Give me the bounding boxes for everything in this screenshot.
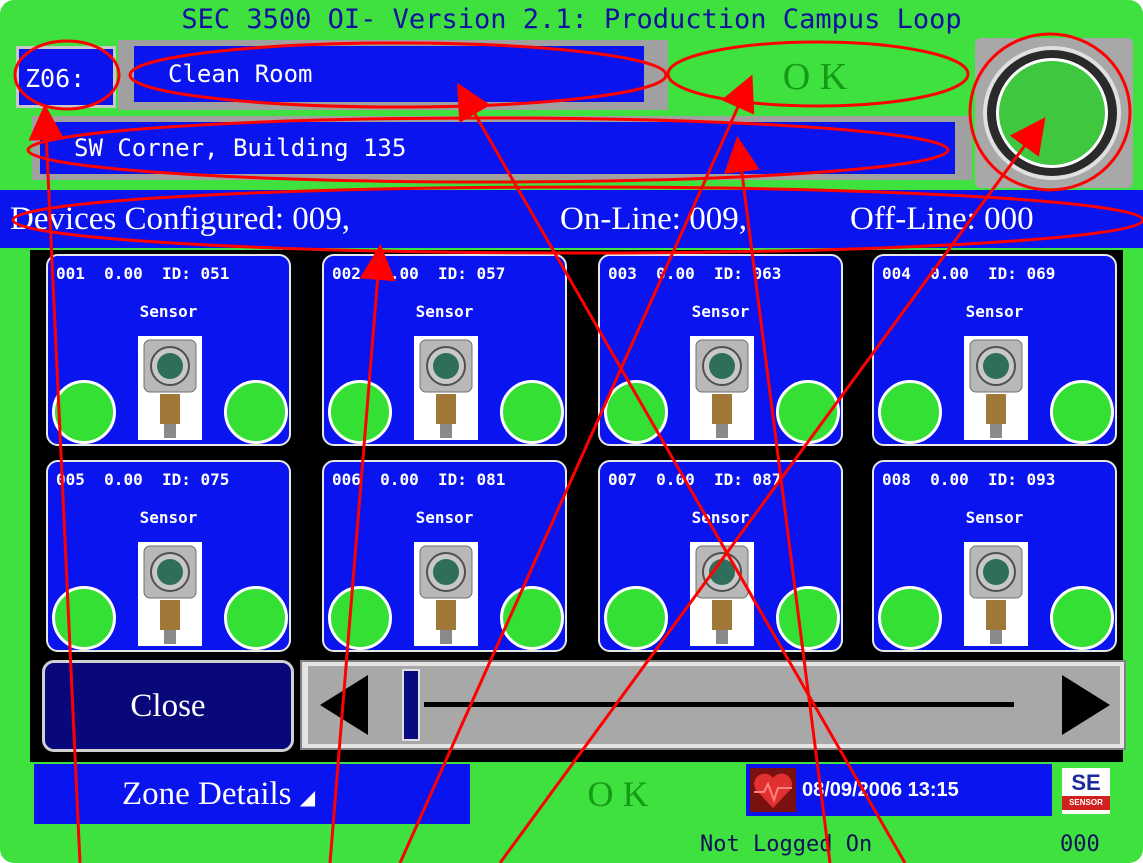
device-status-lamp-right <box>776 586 840 650</box>
device-id: ID: 057 <box>437 264 506 283</box>
zone-status-text: O K <box>782 56 848 98</box>
device-number: 006 <box>332 470 361 489</box>
device-number: 008 <box>882 470 911 489</box>
zone-details-button[interactable]: Zone Details ◢ <box>34 764 470 824</box>
system-status-text: O K <box>587 774 649 814</box>
device-type: Sensor <box>415 508 474 527</box>
device-status-lamp-right <box>500 586 564 650</box>
devices-online-text: On-Line: 009, <box>560 201 747 237</box>
gas-sensor-icon <box>964 542 1028 646</box>
device-header: 002 0.00 ID: 057 <box>332 264 505 283</box>
device-type: Sensor <box>139 302 198 321</box>
device-id: ID: 063 <box>713 264 782 283</box>
device-card[interactable]: 004 0.00 ID: 069 Sensor <box>872 254 1117 446</box>
device-header: 005 0.00 ID: 075 <box>56 470 229 489</box>
device-id: ID: 069 <box>987 264 1056 283</box>
device-header: 003 0.00 ID: 063 <box>608 264 781 283</box>
hmi-screen: SEC 3500 OI- Version 2.1: Production Cam… <box>0 0 1143 863</box>
device-card[interactable]: 002 0.00 ID: 057 Sensor <box>322 254 567 446</box>
device-value: 0.00 <box>380 470 419 489</box>
device-value: 0.00 <box>380 264 419 283</box>
device-id: ID: 093 <box>987 470 1056 489</box>
device-number: 001 <box>56 264 85 283</box>
device-value: 0.00 <box>930 264 969 283</box>
logo-text: SE <box>1071 770 1101 795</box>
device-type: Sensor <box>691 508 750 527</box>
device-type: Sensor <box>965 302 1024 321</box>
device-card[interactable]: 003 0.00 ID: 063 Sensor <box>598 254 843 446</box>
device-id: ID: 075 <box>161 470 230 489</box>
device-type: Sensor <box>139 508 198 527</box>
device-number: 007 <box>608 470 637 489</box>
gas-sensor-icon <box>964 336 1028 440</box>
device-value: 0.00 <box>656 470 695 489</box>
window-title: SEC 3500 OI- Version 2.1: Production Cam… <box>181 4 962 35</box>
device-status-lamp-right <box>1050 586 1114 650</box>
device-type: Sensor <box>415 302 474 321</box>
zone-location-field: SW Corner, Building 135 <box>40 122 955 174</box>
gas-sensor-icon <box>690 336 754 440</box>
device-status-lamp-left <box>52 586 116 650</box>
login-status-text: Not Logged On <box>700 832 873 857</box>
device-card[interactable]: 008 0.00 ID: 093 Sensor <box>872 460 1117 652</box>
device-header: 008 0.00 ID: 093 <box>882 470 1055 489</box>
device-value: 0.00 <box>104 470 143 489</box>
device-status-lamp-right <box>224 380 288 444</box>
device-summary-bar: Devices Configured: 009, On-Line: 009, O… <box>0 190 1143 248</box>
device-header: 004 0.00 ID: 069 <box>882 264 1055 283</box>
device-id: ID: 081 <box>437 470 506 489</box>
device-status-lamp-left <box>52 380 116 444</box>
device-number: 004 <box>882 264 911 283</box>
device-card[interactable]: 005 0.00 ID: 075 Sensor <box>46 460 291 652</box>
device-header: 006 0.00 ID: 081 <box>332 470 505 489</box>
device-card[interactable]: 007 0.00 ID: 087 Sensor <box>598 460 843 652</box>
device-status-lamp-left <box>328 380 392 444</box>
dropdown-triangle-icon: ◢ <box>299 787 316 809</box>
zone-id-label: Z06: <box>16 46 116 108</box>
device-status-lamp-right <box>776 380 840 444</box>
device-id: ID: 087 <box>713 470 782 489</box>
device-type: Sensor <box>691 302 750 321</box>
device-status-lamp-right <box>1050 380 1114 444</box>
device-card[interactable]: 006 0.00 ID: 081 Sensor <box>322 460 567 652</box>
scrollbar-thumb[interactable] <box>402 669 420 741</box>
gas-sensor-icon <box>414 336 478 440</box>
gas-sensor-icon <box>414 542 478 646</box>
sensor-electronics-logo: SE SENSOR <box>1062 768 1110 814</box>
heartbeat-icon <box>750 768 796 812</box>
zone-status-lamp <box>996 58 1108 168</box>
device-header: 001 0.00 ID: 051 <box>56 264 229 283</box>
devices-configured-text: Devices Configured: 009, <box>10 201 351 237</box>
device-status-lamp-left <box>328 586 392 650</box>
device-status-lamp-right <box>500 380 564 444</box>
device-number: 005 <box>56 470 85 489</box>
device-number: 003 <box>608 264 637 283</box>
device-value: 0.00 <box>104 264 143 283</box>
device-status-lamp-left <box>604 380 668 444</box>
devices-offline-text: Off-Line: 000 <box>850 201 1034 237</box>
device-status-lamp-right <box>224 586 288 650</box>
zone-name-field: Clean Room <box>134 46 644 102</box>
device-status-lamp-left <box>878 586 942 650</box>
device-card[interactable]: 001 0.00 ID: 051 Sensor <box>46 254 291 446</box>
device-status-lamp-left <box>878 380 942 444</box>
scrollbar-track <box>424 702 1014 707</box>
zone-details-label: Zone Details <box>122 776 292 812</box>
datetime-text: 08/09/2006 13:15 <box>802 779 959 801</box>
close-button[interactable]: Close <box>42 660 294 752</box>
device-status-lamp-left <box>604 586 668 650</box>
gas-sensor-icon <box>138 336 202 440</box>
device-id: ID: 051 <box>161 264 230 283</box>
device-number: 002 <box>332 264 361 283</box>
gas-sensor-icon <box>690 542 754 646</box>
logo-subtext: SENSOR <box>1062 796 1110 810</box>
gas-sensor-icon <box>138 542 202 646</box>
device-value: 0.00 <box>656 264 695 283</box>
device-header: 007 0.00 ID: 087 <box>608 470 781 489</box>
login-code-text: 000 <box>1060 832 1100 857</box>
device-value: 0.00 <box>930 470 969 489</box>
device-type: Sensor <box>965 508 1024 527</box>
